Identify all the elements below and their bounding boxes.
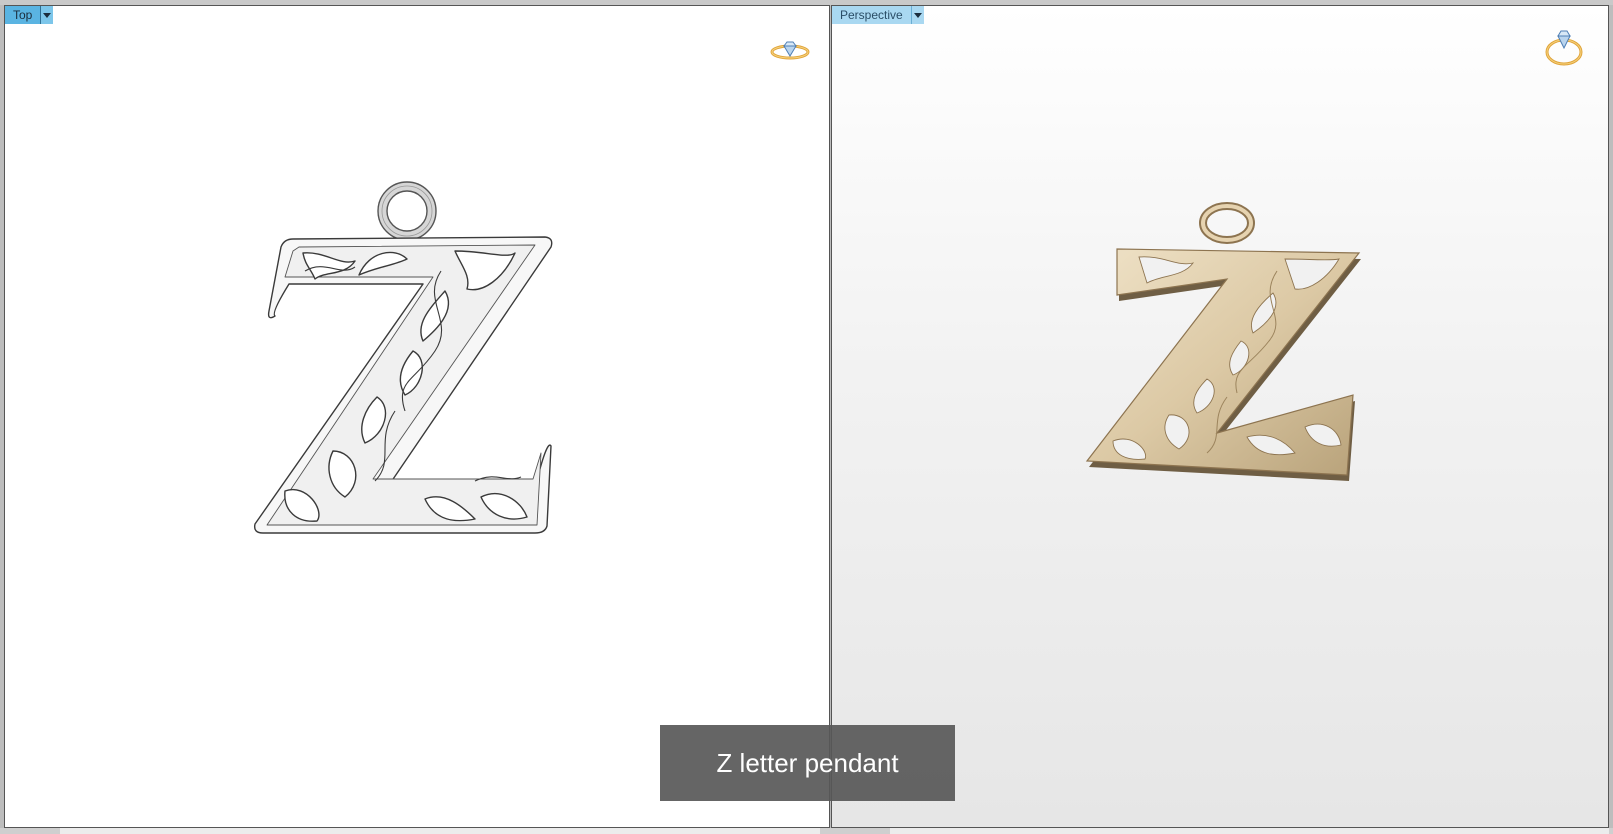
chevron-down-icon[interactable] [910,6,924,24]
viewport-label-top[interactable]: Top [5,6,54,24]
pendant-rendered[interactable] [1077,201,1377,491]
viewport-name: Perspective [840,8,903,22]
viewport-label-perspective[interactable]: Perspective [832,6,924,24]
caption-text: Z letter pendant [716,747,899,778]
viewport-perspective[interactable]: Perspective [831,5,1609,828]
viewport-name: Top [13,8,33,22]
chevron-down-icon[interactable] [40,6,54,24]
scrollbar-track-left[interactable] [60,828,820,834]
viewport-scrollbar[interactable] [0,828,1613,834]
ring-diamond-icon[interactable] [1542,26,1586,68]
scrollbar-track-right[interactable] [890,828,1609,834]
caption-overlay: Z letter pendant [660,725,955,801]
ring-diamond-icon[interactable] [769,34,811,64]
viewport-top[interactable]: Top [4,5,830,828]
pendant-wireframe[interactable] [245,181,565,546]
